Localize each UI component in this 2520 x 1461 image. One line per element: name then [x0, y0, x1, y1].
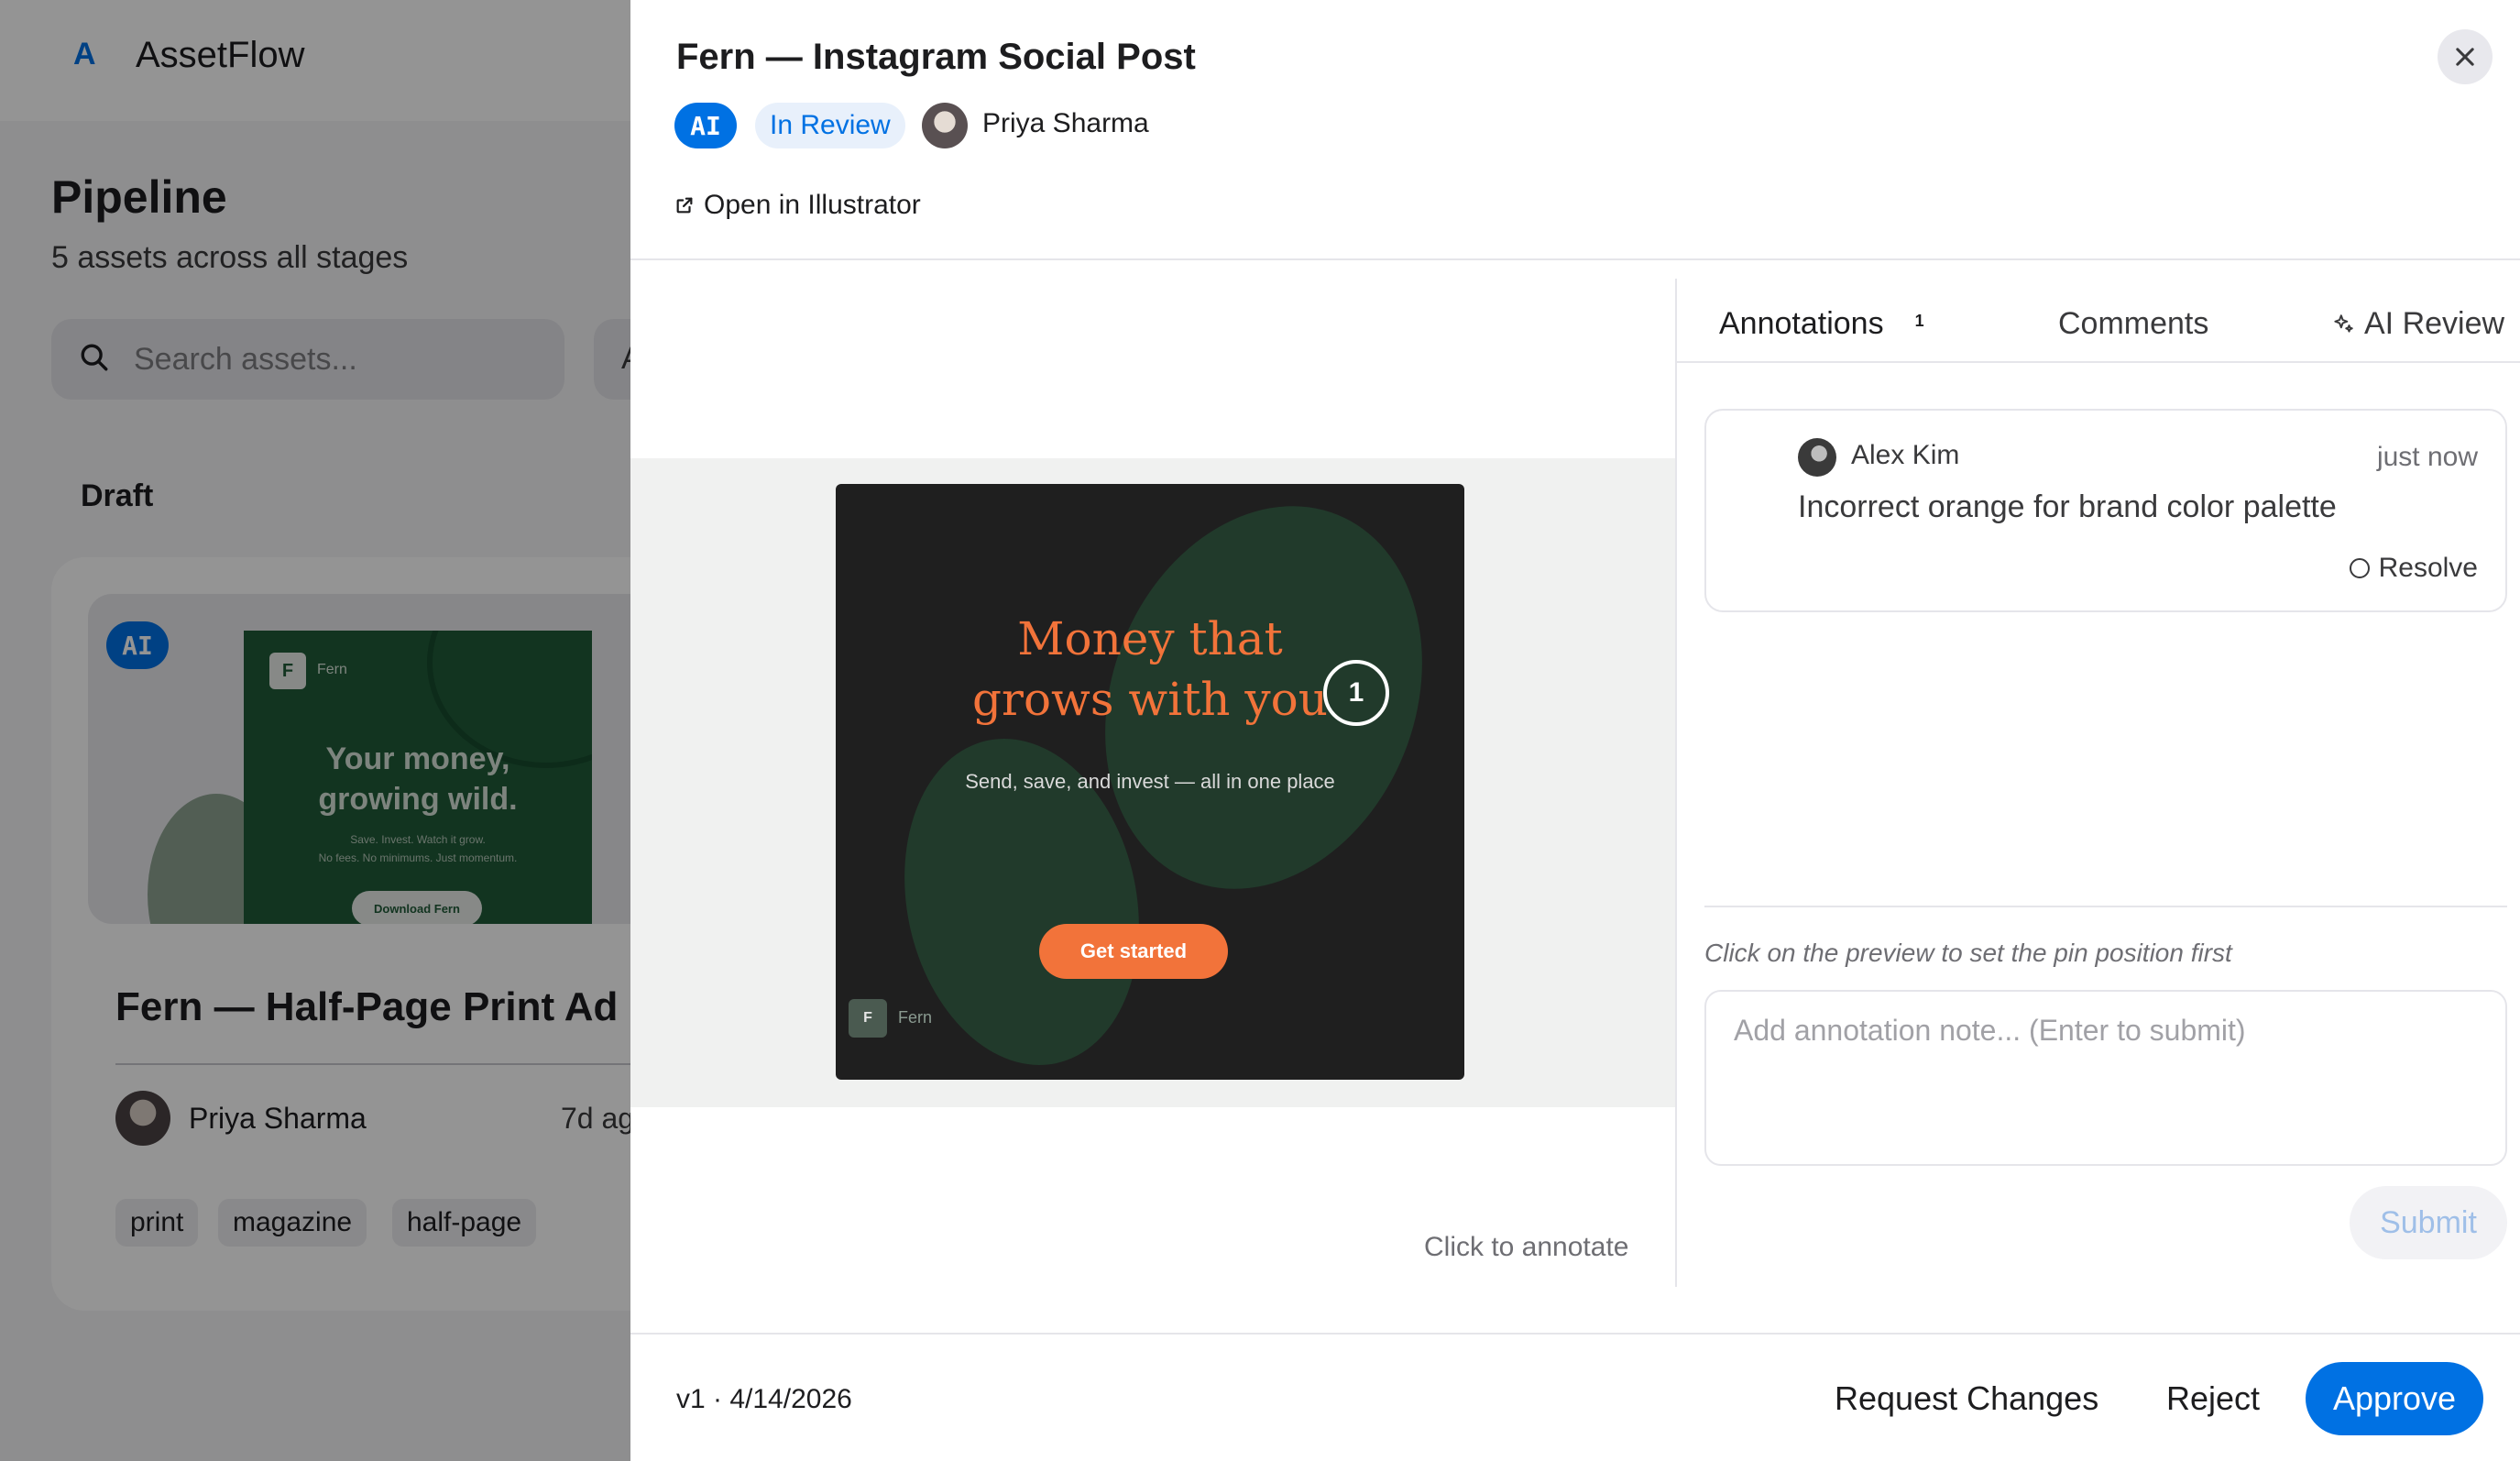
- avatar: [1798, 438, 1836, 477]
- approve-button[interactable]: Approve: [2306, 1362, 2483, 1435]
- tab-annotations[interactable]: Annotations 1: [1719, 306, 1924, 342]
- asset-title: Fern — Instagram Social Post: [676, 37, 1196, 77]
- annotation-item[interactable]: Alex Kim just now Incorrect orange for b…: [1704, 409, 2507, 612]
- review-tabs: Annotations 1 Comments AI Review: [1677, 279, 2520, 363]
- annotation-time: just now: [2376, 442, 2478, 472]
- resolve-button[interactable]: Resolve: [2349, 550, 2478, 587]
- sidebar-divider: [1704, 906, 2507, 907]
- annotate-hint: Click to annotate: [1424, 1232, 1629, 1262]
- pin-hint: Click on the preview to set the pin posi…: [1704, 939, 2232, 967]
- header-divider: [630, 258, 2520, 260]
- open-link-label: Open in Illustrator: [704, 190, 921, 220]
- artwork-headline-line-1: Money that: [1017, 612, 1283, 665]
- annotation-pin[interactable]: 1: [1323, 660, 1389, 726]
- request-changes-button[interactable]: Request Changes: [1835, 1362, 2098, 1435]
- sparkle-icon: [2334, 313, 2353, 333]
- tab-ai-review[interactable]: AI Review: [2331, 306, 2504, 342]
- external-link-icon: [676, 197, 693, 214]
- avatar: [922, 103, 968, 148]
- artwork-subtext: Send, save, and invest — all in one plac…: [965, 770, 1335, 793]
- panel-divider: [1675, 279, 1677, 1287]
- close-icon: [2456, 48, 2474, 66]
- resolve-label: Resolve: [2378, 553, 2478, 583]
- circle-icon: [2349, 558, 2370, 578]
- footer-divider: [630, 1333, 2520, 1335]
- reject-button[interactable]: Reject: [2166, 1362, 2260, 1435]
- status-badge: In Review: [755, 103, 905, 148]
- annotations-count: 1: [1914, 312, 1924, 330]
- version-info: v1 · 4/14/2026: [676, 1384, 852, 1414]
- preview-area[interactable]: Money that grows with you Send, save, an…: [630, 458, 1675, 1107]
- artwork-brand-logo: F: [849, 999, 887, 1038]
- tab-comments[interactable]: Comments: [2058, 306, 2208, 342]
- artwork-brand: Fern: [898, 1008, 933, 1027]
- asset-owner: Priya Sharma: [982, 108, 1149, 138]
- submit-button[interactable]: Submit: [2350, 1186, 2507, 1259]
- modal-backdrop[interactable]: [0, 0, 630, 1461]
- annotation-text: Incorrect orange for brand color palette: [1798, 489, 2337, 524]
- annotation-author: Alex Kim: [1851, 440, 1960, 470]
- tab-ai-review-label: AI Review: [2364, 306, 2505, 341]
- artwork-cta: Get started: [1039, 924, 1228, 979]
- tab-comments-label: Comments: [2058, 306, 2209, 341]
- annotation-note-input[interactable]: [1704, 990, 2507, 1166]
- close-button[interactable]: [2438, 29, 2493, 84]
- ai-badge: AI: [674, 103, 737, 148]
- preview-artboard[interactable]: Money that grows with you Send, save, an…: [836, 484, 1464, 1080]
- tab-annotations-label: Annotations: [1719, 306, 1884, 341]
- asset-review-panel: Fern — Instagram Social Post AI In Revie…: [630, 0, 2520, 1461]
- open-in-illustrator-link[interactable]: Open in Illustrator: [674, 187, 921, 224]
